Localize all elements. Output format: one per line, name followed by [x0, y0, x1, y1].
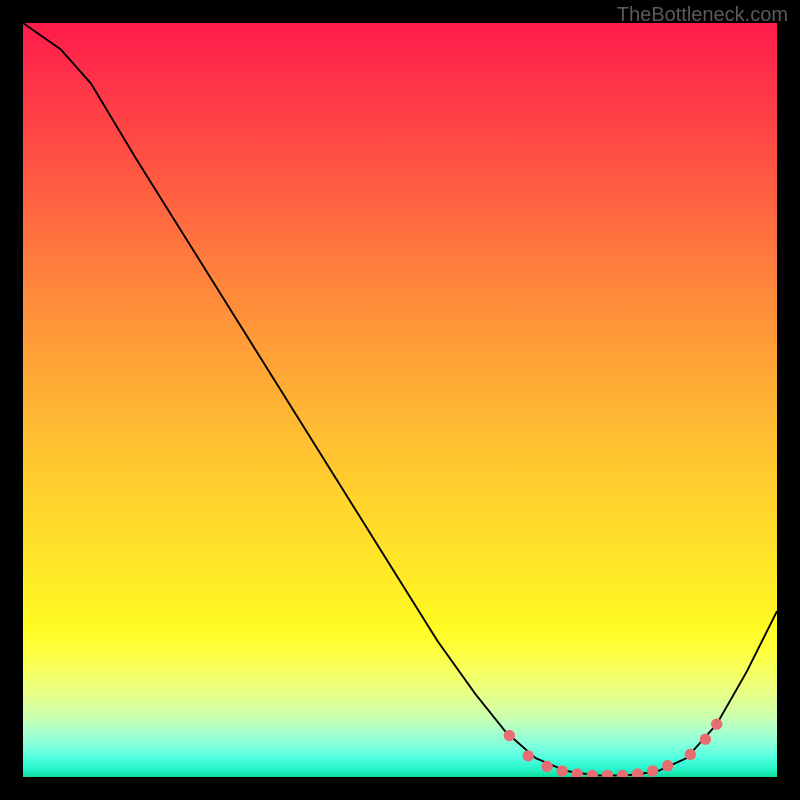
plot-area: [23, 23, 777, 777]
data-point: [617, 770, 628, 777]
data-point: [711, 719, 722, 730]
data-point: [685, 749, 696, 760]
data-points: [23, 23, 777, 777]
data-point: [504, 730, 515, 741]
data-point: [662, 760, 673, 771]
data-point: [523, 751, 534, 762]
data-point: [587, 770, 598, 777]
data-point: [572, 769, 583, 777]
data-point: [542, 761, 553, 772]
watermark-text: TheBottleneck.com: [617, 4, 788, 27]
data-point: [647, 766, 658, 777]
data-point: [557, 766, 568, 777]
data-point: [632, 769, 643, 777]
data-point: [700, 734, 711, 745]
data-point: [602, 770, 613, 777]
